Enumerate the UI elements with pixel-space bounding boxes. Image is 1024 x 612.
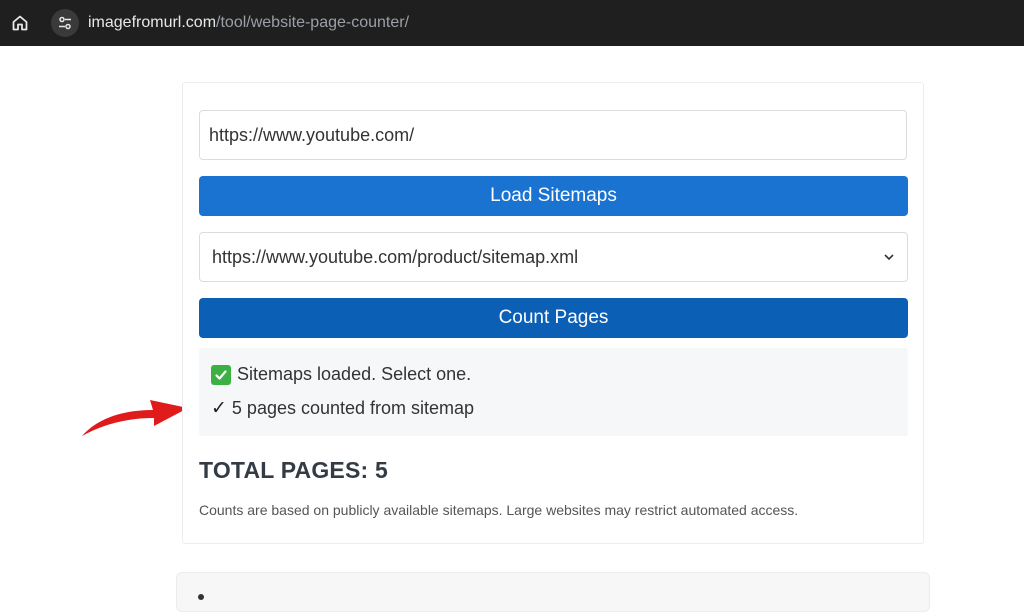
status-line-counted: ✓ 5 pages counted from sitemap [211,397,474,420]
home-button[interactable] [0,0,40,46]
bullet-icon [198,594,204,600]
website-url-input[interactable] [199,110,907,160]
disclaimer-note: Counts are based on publicly available s… [199,502,799,518]
count-pages-button[interactable]: Count Pages [199,298,908,338]
sitemap-selected-value: https://www.youtube.com/product/sitemap.… [212,246,579,267]
next-section-card [176,572,930,612]
status-line-loaded: Sitemaps loaded. Select one. [211,364,471,385]
address-bar[interactable]: imagefromurl.com/tool/website-page-count… [46,6,1016,40]
annotation-arrow-icon [82,400,188,436]
status-counted-text: 5 pages counted from sitemap [231,398,475,418]
check-mark-icon: ✓ [211,398,227,419]
sitemap-select[interactable]: https://www.youtube.com/product/sitemap.… [199,232,908,282]
load-sitemaps-button[interactable]: Load Sitemaps [199,176,908,216]
site-info-button[interactable] [51,9,79,37]
status-panel: Sitemaps loaded. Select one. ✓ 5 pages c… [199,348,908,436]
url-text[interactable]: imagefromurl.com/tool/website-page-count… [88,14,409,32]
tune-icon [59,16,71,30]
chevron-down-icon [884,254,894,261]
status-loaded-text: Sitemaps loaded. Select one. [237,364,472,384]
page-counter-card: Load Sitemaps https://www.youtube.com/pr… [182,82,924,544]
url-host: imagefromurl.com [88,14,217,31]
total-pages-heading: TOTAL PAGES: 5 [199,457,388,483]
home-icon [12,15,28,31]
browser-toolbar: imagefromurl.com/tool/website-page-count… [0,0,1024,46]
check-mark-button-icon [211,364,231,385]
url-path: /tool/website-page-counter/ [216,14,410,31]
